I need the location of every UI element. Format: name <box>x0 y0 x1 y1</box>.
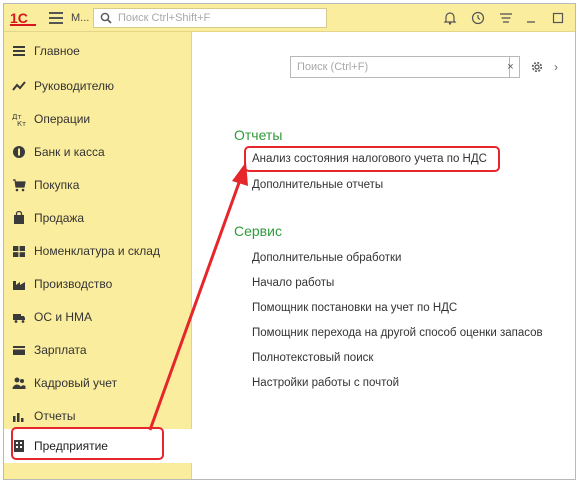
sidebar-item-label: Покупка <box>34 178 80 192</box>
link-vat-registration-assistant[interactable]: Помощник постановки на учет по НДС <box>252 302 457 314</box>
sidebar-item-salary[interactable]: Зарплата <box>4 334 192 366</box>
highlight-vat-analysis <box>244 146 500 172</box>
sidebar-item-bank[interactable]: Банк и касса <box>4 136 192 168</box>
warehouse-icon <box>13 246 25 257</box>
title-bar: 1C М... Поиск Ctrl+Shift+F <box>4 4 575 32</box>
bar-chart-icon <box>13 413 24 422</box>
factory-icon <box>13 281 25 290</box>
link-full-text-search[interactable]: Полнотекстовый поиск <box>252 352 373 364</box>
minimize-icon[interactable] <box>523 10 539 26</box>
sidebar-item-sales[interactable]: Продажа <box>4 202 192 234</box>
link-mail-settings[interactable]: Настройки работы с почтой <box>252 377 399 389</box>
gear-icon[interactable] <box>529 59 545 75</box>
sidebar-item-purchase[interactable]: Покупка <box>4 169 192 201</box>
sidebar-item-label: Руководителю <box>34 79 115 93</box>
coins-icon <box>13 146 25 158</box>
main-menu-icon[interactable] <box>49 12 63 24</box>
menu-lines-icon <box>13 46 25 56</box>
sidebar-item-operations[interactable]: Дт Кт Операции <box>4 103 192 135</box>
link-additional-processing[interactable]: Дополнительные обработки <box>252 252 401 264</box>
sidebar-item-manager[interactable]: Руководителю <box>4 70 192 102</box>
link-getting-started[interactable]: Начало работы <box>252 277 334 289</box>
app-name: М... <box>71 12 90 24</box>
more-chevron-icon[interactable]: › <box>554 60 558 74</box>
sidebar-item-label: Отчеты <box>34 409 76 423</box>
sidebar-item-label: ОС и НМА <box>34 310 93 324</box>
sidebar-item-label: Номенклатура и склад <box>34 244 160 258</box>
sections-panel: Главное Руководителю Дт Кт Операции Банк … <box>4 32 192 479</box>
sidebar-item-label: Продажа <box>34 211 85 225</box>
clear-search-button[interactable]: × <box>502 56 520 78</box>
link-inventory-valuation-assistant[interactable]: Помощник перехода на другой способ оценк… <box>252 327 543 339</box>
sidebar-item-fixed-assets[interactable]: ОС и НМА <box>4 301 192 333</box>
global-search-placeholder: Поиск Ctrl+Shift+F <box>118 12 211 24</box>
cart-icon <box>13 179 26 192</box>
sidebar-item-label: Главное <box>34 44 80 58</box>
trend-chart-icon <box>12 81 26 91</box>
sidebar-item-label: Кадровый учет <box>34 376 118 390</box>
truck-icon <box>13 314 25 323</box>
sidebar-item-warehouse[interactable]: Номенклатура и склад <box>4 235 192 267</box>
sidebar-item-label: Зарплата <box>34 343 87 357</box>
section-title-service: Сервис <box>234 223 282 239</box>
section-search-placeholder: Поиск (Ctrl+F) <box>297 61 369 73</box>
sidebar-item-hr[interactable]: Кадровый учет <box>4 367 192 399</box>
section-content: Поиск (Ctrl+F) × › Отчеты Анализ состоян… <box>192 32 575 479</box>
maximize-icon[interactable] <box>550 10 566 26</box>
sidebar-item-label: Операции <box>34 112 91 126</box>
svg-text:1C: 1C <box>10 10 28 26</box>
svg-text:Кт: Кт <box>17 120 26 126</box>
history-icon[interactable] <box>470 10 486 26</box>
highlight-enterprise <box>11 427 164 460</box>
1c-logo-icon[interactable]: 1C <box>10 10 38 26</box>
bell-icon[interactable] <box>442 10 458 26</box>
sidebar-item-label: Банк и касса <box>34 145 105 159</box>
section-search-input[interactable]: Поиск (Ctrl+F) <box>290 56 510 78</box>
app-window: 1C М... Поиск Ctrl+Shift+F Главное Руков… <box>3 3 576 480</box>
wallet-icon <box>13 346 25 355</box>
sidebar-item-production[interactable]: Производство <box>4 268 192 300</box>
section-title-reports: Отчеты <box>234 127 283 143</box>
link-additional-reports[interactable]: Дополнительные отчеты <box>252 179 383 191</box>
favorites-list-icon[interactable] <box>498 10 514 26</box>
bag-icon <box>14 211 24 224</box>
people-icon <box>12 377 26 389</box>
debit-credit-icon: ДтКт <box>12 113 26 126</box>
global-search-input[interactable]: Поиск Ctrl+Shift+F <box>93 8 327 28</box>
sidebar-item-label: Производство <box>34 277 113 291</box>
search-icon <box>100 12 112 24</box>
sidebar-item-main[interactable]: Главное <box>4 35 192 67</box>
